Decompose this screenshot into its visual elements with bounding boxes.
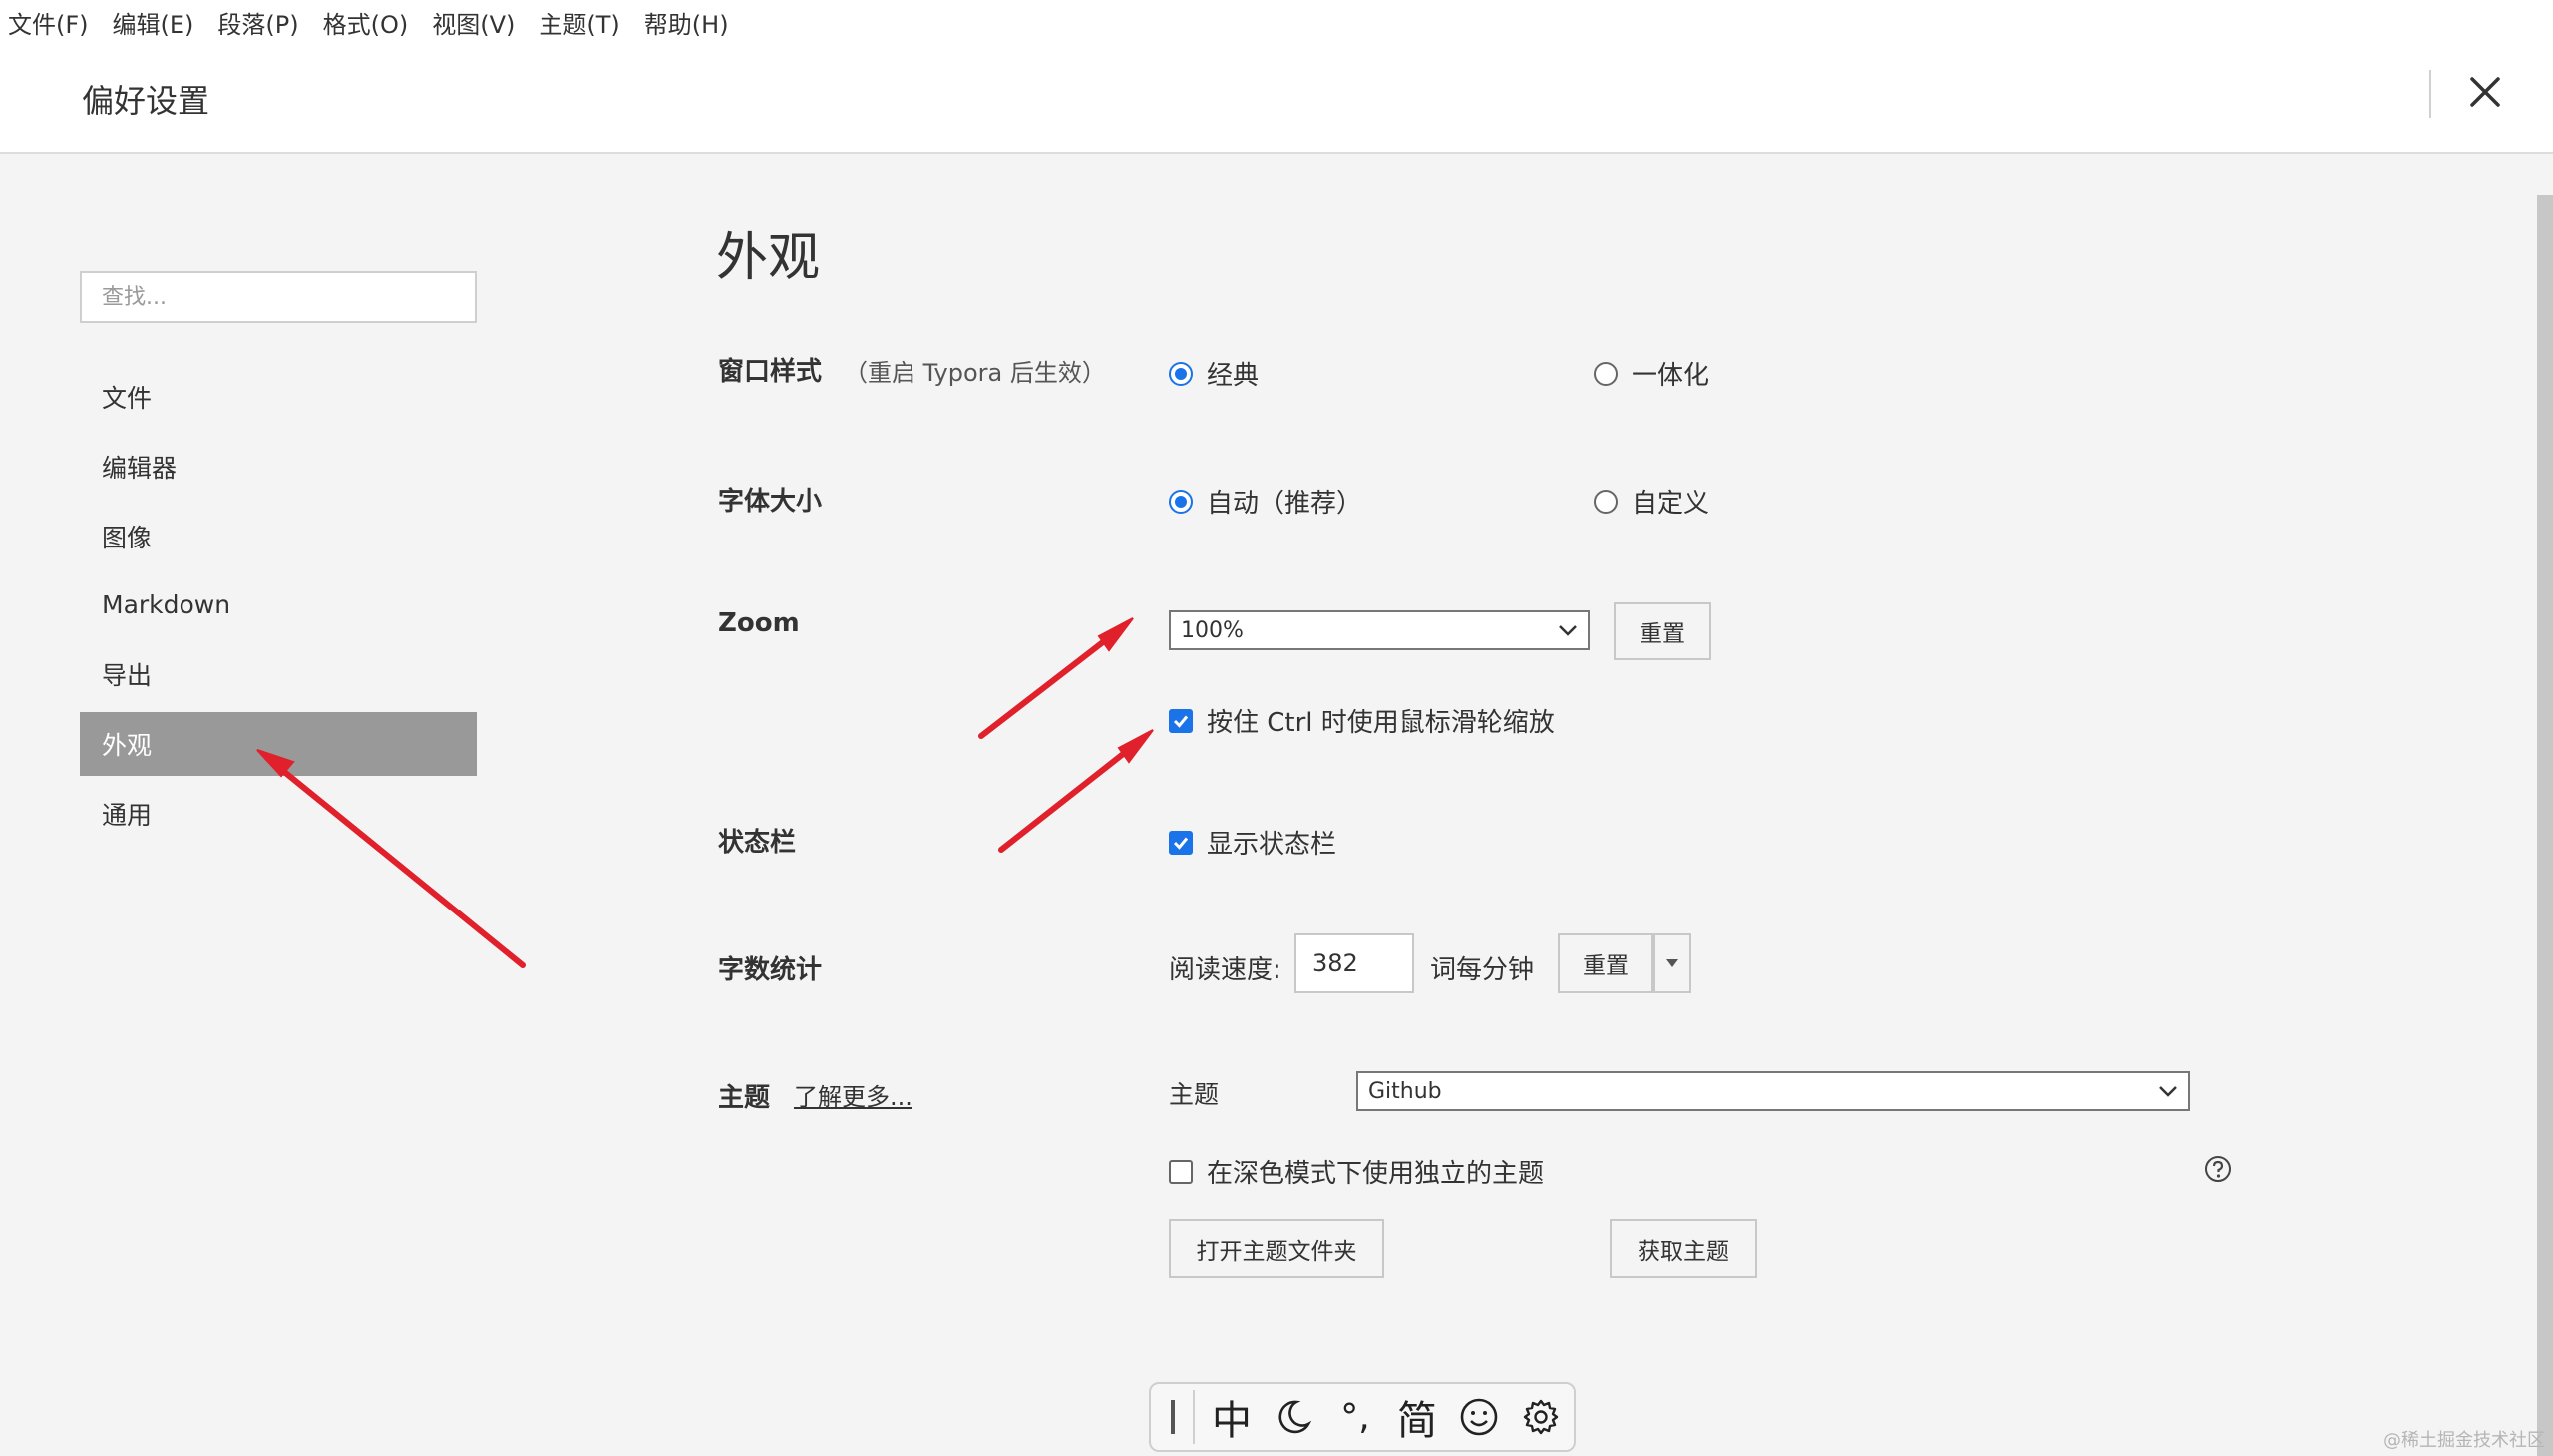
checkbox-label: 显示状态栏 (1207, 830, 1337, 860)
word-count-label: 字数统计 (718, 955, 823, 985)
close-icon (2470, 77, 2500, 107)
ime-punctuation-toggle[interactable]: °, (1324, 1386, 1386, 1448)
font-size-label: 字体大小 (718, 487, 823, 517)
ctrl-wheel-zoom-checkbox[interactable]: 按住 Ctrl 时使用鼠标滑轮缩放 (1169, 702, 1555, 739)
arrow-to-ctrl-wheel (998, 737, 1144, 853)
sidebar-item-image[interactable]: 图像 (80, 505, 477, 568)
watermark: @稀土掘金技术社区 (2383, 1430, 2545, 1451)
radio-font-custom[interactable]: 自定义 (1594, 483, 1709, 520)
ime-script-toggle[interactable]: 简 (1386, 1386, 1448, 1448)
theme-label: 主题 (718, 1083, 771, 1113)
theme-select[interactable]: Github (1356, 1071, 2190, 1111)
radio-window-unified[interactable]: 一体化 (1594, 355, 1709, 392)
radio-label: 一体化 (1632, 361, 1710, 391)
menu-help[interactable]: 帮助(H) (644, 5, 729, 40)
section-title: 外观 (716, 228, 821, 288)
help-icon[interactable] (2204, 1155, 2232, 1187)
theme-select-value: Github (1368, 1078, 1442, 1104)
radio-indicator (1594, 489, 1618, 514)
arrow-head (1117, 729, 1154, 764)
triangle-down-icon (1666, 959, 1678, 967)
ime-toolbar: 中 °, 简 (1149, 1382, 1576, 1452)
arrow-head (1097, 617, 1134, 652)
zoom-select[interactable]: 100% (1169, 610, 1590, 650)
chevron-down-icon (1559, 625, 1577, 636)
sidebar-item-appearance[interactable]: 外观 (80, 712, 477, 776)
window-style-label: 窗口样式 (718, 357, 823, 387)
ime-separator (1193, 1390, 1195, 1444)
show-status-bar-checkbox[interactable]: 显示状态栏 (1169, 824, 1336, 861)
menu-theme[interactable]: 主题(T) (539, 5, 619, 40)
menu-edit[interactable]: 编辑(E) (113, 5, 194, 40)
learn-more-link[interactable]: 了解更多... (794, 1083, 912, 1111)
dialog-titlebar: 偏好设置 (0, 44, 2553, 154)
dialog-title: 偏好设置 (82, 82, 210, 120)
ime-emoji-icon[interactable] (1448, 1386, 1510, 1448)
ime-gear-icon[interactable] (1510, 1386, 1572, 1448)
radio-window-classic[interactable]: 经典 (1169, 355, 1259, 392)
word-count-reset-button[interactable]: 重置 (1558, 933, 1653, 993)
menu-bar: 文件(F) 编辑(E) 段落(P) 格式(O) 视图(V) 主题(T) 帮助(H… (0, 0, 2553, 44)
checkbox-indicator (1169, 1159, 1193, 1184)
content-scrollbar[interactable] (2537, 195, 2553, 1456)
learn-more-link-wrap: 了解更多... (794, 1077, 912, 1112)
radio-indicator (1594, 361, 1618, 386)
word-count-reset-dropdown[interactable] (1653, 933, 1691, 993)
arrow-to-zoom-select (978, 625, 1124, 739)
reading-speed-unit: 词每分钟 (1430, 955, 1535, 985)
zoom-label: Zoom (718, 608, 800, 638)
menu-file[interactable]: 文件(F) (8, 5, 89, 40)
menu-paragraph[interactable]: 段落(P) (217, 5, 298, 40)
open-theme-folder-button[interactable]: 打开主题文件夹 (1169, 1219, 1384, 1278)
radio-label: 自动（推荐） (1207, 489, 1363, 519)
checkbox-indicator (1169, 830, 1193, 855)
zoom-reset-button[interactable]: 重置 (1614, 602, 1711, 660)
sidebar-item-general[interactable]: 通用 (80, 782, 477, 846)
dark-mode-theme-checkbox[interactable]: 在深色模式下使用独立的主题 (1169, 1153, 1544, 1190)
get-themes-button[interactable]: 获取主题 (1610, 1219, 1757, 1278)
zoom-select-value: 100% (1181, 617, 1244, 643)
sidebar-item-file[interactable]: 文件 (80, 365, 477, 429)
sidebar-item-export[interactable]: 导出 (80, 642, 477, 706)
check-icon (1173, 837, 1189, 850)
sidebar-item-editor[interactable]: 编辑器 (80, 435, 477, 499)
status-bar-label: 状态栏 (718, 828, 797, 858)
search-input[interactable] (80, 271, 477, 323)
menu-view[interactable]: 视图(V) (432, 5, 515, 40)
radio-label: 经典 (1207, 361, 1260, 391)
window-style-note: （重启 Typora 后生效） (844, 359, 1106, 387)
chevron-down-icon (2159, 1086, 2177, 1097)
ime-moon-icon[interactable] (1263, 1386, 1324, 1448)
titlebar-divider (2429, 70, 2431, 118)
close-button[interactable] (2459, 66, 2511, 118)
radio-indicator (1169, 361, 1193, 386)
sidebar-item-markdown[interactable]: Markdown (80, 572, 477, 636)
checkbox-label: 按住 Ctrl 时使用鼠标滑轮缩放 (1207, 708, 1555, 738)
radio-indicator (1169, 489, 1193, 514)
reading-speed-input[interactable]: 382 (1294, 933, 1414, 993)
radio-font-auto[interactable]: 自动（推荐） (1169, 483, 1362, 520)
checkbox-indicator (1169, 708, 1193, 733)
reading-speed-label: 阅读速度: (1169, 955, 1281, 985)
check-icon (1173, 715, 1189, 728)
ime-language-toggle[interactable]: 中 (1201, 1386, 1263, 1448)
checkbox-label: 在深色模式下使用独立的主题 (1207, 1159, 1545, 1189)
menu-format[interactable]: 格式(O) (323, 5, 409, 40)
theme-select-label: 主题 (1169, 1080, 1220, 1109)
ime-drag-handle[interactable] (1171, 1400, 1175, 1434)
radio-label: 自定义 (1632, 489, 1710, 519)
